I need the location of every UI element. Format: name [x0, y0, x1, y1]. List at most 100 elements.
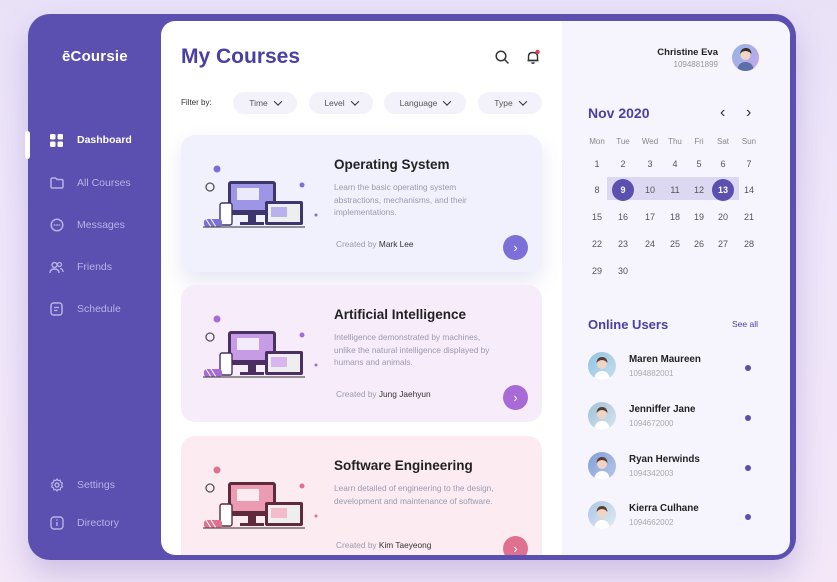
sidebar-item-label: Friends [77, 261, 113, 273]
search-icon[interactable] [494, 49, 510, 65]
avatar[interactable] [588, 402, 616, 430]
online-user-name[interactable]: Maren Maureen [629, 354, 701, 365]
calendar-day[interactable]: 24 [639, 233, 661, 255]
filter-level-dropdown[interactable]: Level [309, 92, 373, 114]
avatar[interactable] [588, 501, 616, 529]
online-user-name[interactable]: Ryan Herwinds [629, 454, 700, 465]
course-title: Operating System [334, 157, 450, 172]
calendar-month: Nov 2020 [588, 105, 650, 121]
calendar-prev-button[interactable]: ‹ [720, 104, 725, 122]
course-author: Created by Jung Jaehyun [336, 389, 431, 399]
open-course-button[interactable]: › [503, 235, 528, 260]
filter-type-dropdown[interactable]: Type [478, 92, 542, 114]
online-status-dot [745, 465, 751, 471]
online-status-dot [745, 514, 751, 520]
calendar-day[interactable]: 7 [738, 153, 760, 175]
calendar-day[interactable]: 15 [586, 206, 608, 228]
avatar[interactable] [588, 452, 616, 480]
computer-illustration [203, 161, 323, 251]
calendar-day[interactable]: 4 [664, 153, 686, 175]
sidebar-item-directory[interactable]: Directory [28, 509, 161, 537]
course-card[interactable]: Artificial Intelligence Intelligence dem… [181, 285, 542, 422]
filter-text: Time [249, 98, 268, 108]
chevron-down-icon [273, 97, 283, 106]
calendar-day[interactable]: 5 [688, 153, 710, 175]
notification-bell-icon[interactable] [525, 49, 541, 65]
online-user-id: 1094342003 [629, 469, 674, 478]
app-logo[interactable]: ēCoursie [62, 48, 128, 65]
sidebar-item-all-courses[interactable]: All Courses [28, 169, 161, 197]
chevron-right-icon: › [513, 390, 518, 405]
calendar-day[interactable]: 13 [712, 179, 734, 201]
calendar-day[interactable]: 10 [639, 179, 661, 201]
sidebar: ēCoursie Dashboard All Courses Messages … [25, 14, 161, 560]
sidebar-item-dashboard[interactable]: Dashboard [25, 126, 161, 159]
filter-language-dropdown[interactable]: Language [384, 92, 466, 114]
calendar-day[interactable]: 2 [612, 153, 634, 175]
folder-icon [49, 176, 64, 191]
open-course-button[interactable]: › [503, 536, 528, 555]
right-panel: Christine Eva 1094881899 Nov 2020 ‹ › Mo… [562, 21, 790, 555]
calendar-day[interactable]: 30 [612, 260, 634, 282]
course-description: Learn detailed of engineering to the des… [334, 483, 494, 506]
sidebar-item-schedule[interactable]: Schedule [28, 295, 161, 323]
chat-icon [49, 218, 64, 233]
calendar-day[interactable]: 23 [612, 233, 634, 255]
calendar-day[interactable]: 12 [688, 179, 710, 201]
course-author: Created by Kim Taeyeong [336, 540, 431, 550]
avatar[interactable] [732, 44, 759, 71]
online-users-title: Online Users [588, 317, 669, 332]
main-content: My Courses Filter by: Time Level Languag… [161, 21, 562, 555]
filter-time-dropdown[interactable]: Time [233, 92, 297, 114]
calendar-day[interactable]: 9 [612, 179, 634, 201]
calendar-next-button[interactable]: › [746, 104, 751, 122]
day-of-week-label: Sun [741, 137, 757, 146]
online-user-name[interactable]: Jenniffer Jane [629, 404, 695, 415]
filter-text: Type [494, 98, 513, 108]
user-id: 1094881899 [673, 60, 719, 69]
calendar-day[interactable]: 14 [738, 179, 760, 201]
online-status-dot [745, 365, 751, 371]
active-indicator [25, 131, 30, 159]
filter-text: Level [324, 98, 345, 108]
open-course-button[interactable]: › [503, 385, 528, 410]
sidebar-item-friends[interactable]: Friends [28, 253, 161, 281]
computer-illustration [203, 462, 323, 552]
sidebar-item-label: Directory [77, 517, 120, 529]
sidebar-item-messages[interactable]: Messages [28, 211, 161, 239]
calendar-day[interactable]: 29 [586, 260, 608, 282]
calendar-day[interactable]: 18 [664, 206, 686, 228]
calendar-day[interactable]: 20 [712, 206, 734, 228]
calendar-day[interactable]: 26 [688, 233, 710, 255]
author-name: Kim Taeyeong [378, 540, 432, 550]
calendar-day[interactable]: 1 [586, 153, 608, 175]
calendar-day[interactable]: 22 [586, 233, 608, 255]
online-user-id: 1094672000 [629, 419, 674, 428]
sidebar-item-settings[interactable]: Settings [28, 471, 161, 499]
calendar-day[interactable]: 8 [586, 179, 608, 201]
user-name[interactable]: Christine Eva [657, 47, 718, 58]
see-all-link[interactable]: See all [732, 319, 758, 329]
calendar-day[interactable]: 3 [639, 153, 661, 175]
calendar-day[interactable]: 17 [639, 206, 661, 228]
calendar-day[interactable]: 25 [664, 233, 686, 255]
dashboard-grid-icon [49, 133, 64, 148]
avatar[interactable] [588, 352, 616, 380]
course-card[interactable]: Software Engineering Learn detailed of e… [181, 436, 542, 555]
course-card[interactable]: Operating System Learn the basic operati… [181, 135, 542, 272]
calendar-day[interactable]: 19 [688, 206, 710, 228]
author-name: Jung Jaehyun [378, 389, 431, 399]
calendar-day[interactable]: 16 [612, 206, 634, 228]
calendar-day[interactable]: 21 [738, 206, 760, 228]
course-description: Learn the basic operating system abstrac… [334, 182, 467, 217]
sidebar-item-label: Messages [77, 219, 125, 231]
sidebar-item-label: Dashboard [77, 134, 132, 146]
calendar-day[interactable]: 28 [738, 233, 760, 255]
calendar-day[interactable]: 6 [712, 153, 734, 175]
sidebar-item-label: Settings [77, 479, 115, 491]
calendar-day[interactable]: 27 [712, 233, 734, 255]
online-user-name[interactable]: Kierra Culhane [629, 503, 699, 514]
online-status-dot [745, 415, 751, 421]
author-name: Mark Lee [378, 239, 414, 249]
calendar-day[interactable]: 11 [664, 179, 686, 201]
